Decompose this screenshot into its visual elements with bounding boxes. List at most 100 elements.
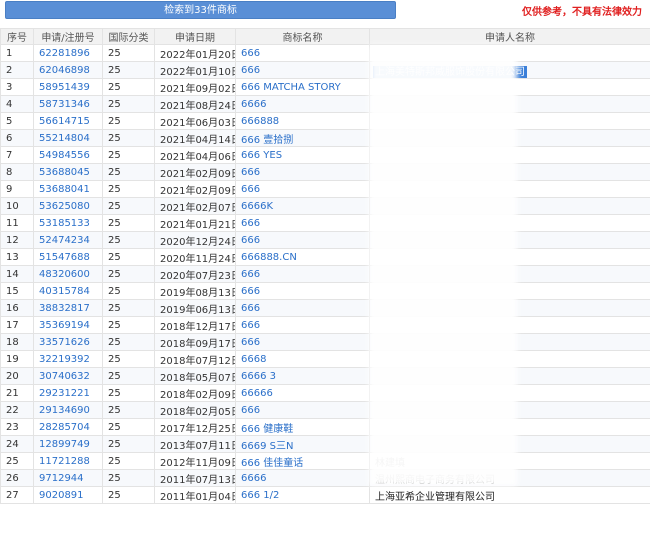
table-row[interactable]: 13 51547688 25 2020年11月24日 666888.CN: [0, 248, 650, 266]
registration-number-link[interactable]: 12899749: [33, 435, 103, 453]
table-row[interactable]: 12 52474234 25 2020年12月24日 666: [0, 231, 650, 249]
registration-number-link[interactable]: 38832817: [33, 299, 103, 317]
registration-number-link[interactable]: 54984556: [33, 146, 103, 164]
trademark-name-link[interactable]: 666 佳佳童话: [235, 452, 370, 470]
table-row[interactable]: 9 53688041 25 2021年02月09日 666: [0, 180, 650, 198]
registration-number-link[interactable]: 58951439: [33, 78, 103, 96]
registration-number-link[interactable]: 35369194: [33, 316, 103, 334]
trademark-name-link[interactable]: 666: [235, 333, 370, 351]
registration-number-link[interactable]: 56614715: [33, 112, 103, 130]
applicant-name: 上海美特斯邦威服饰股份有限公司: [369, 61, 650, 79]
trademark-name-link[interactable]: 666888.CN: [235, 248, 370, 266]
registration-number-link[interactable]: 40315784: [33, 282, 103, 300]
trademark-name-link[interactable]: 666 壹拾捌: [235, 129, 370, 147]
trademark-name-link[interactable]: 666: [235, 265, 370, 283]
row-number: 16: [0, 299, 34, 317]
registration-number-link[interactable]: 9712944: [33, 469, 103, 487]
applicant-name: [369, 418, 650, 436]
trademark-name-link[interactable]: 666 YES: [235, 146, 370, 164]
registration-number-link[interactable]: 55214804: [33, 129, 103, 147]
trademark-name-link[interactable]: 666: [235, 61, 370, 79]
registration-number-link[interactable]: 52474234: [33, 231, 103, 249]
trademark-name-link[interactable]: 666: [235, 231, 370, 249]
row-number: 2: [0, 61, 34, 79]
application-date: 2012年11月09日: [154, 452, 236, 470]
table-row[interactable]: 4 58731346 25 2021年08月24日 6666: [0, 95, 650, 113]
international-class: 25: [102, 197, 155, 215]
registration-number-link[interactable]: 53185133: [33, 214, 103, 232]
table-row[interactable]: 10 53625080 25 2021年02月07日 6666K: [0, 197, 650, 215]
registration-number-link[interactable]: 9020891: [33, 486, 103, 504]
registration-number-link[interactable]: 32219392: [33, 350, 103, 368]
table-row[interactable]: 8 53688045 25 2021年02月09日 666: [0, 163, 650, 181]
trademark-name-link[interactable]: 666: [235, 44, 370, 62]
registration-number-link[interactable]: 28285704: [33, 418, 103, 436]
table-row[interactable]: 24 12899749 25 2013年07月11日 6669 S三N: [0, 435, 650, 453]
trademark-name-link[interactable]: 666 MATCHA STORY: [235, 78, 370, 96]
trademark-name-link[interactable]: 666: [235, 214, 370, 232]
trademark-name-link[interactable]: 666: [235, 163, 370, 181]
registration-number-link[interactable]: 53625080: [33, 197, 103, 215]
table-row[interactable]: 6 55214804 25 2021年04月14日 666 壹拾捌: [0, 129, 650, 147]
table-row[interactable]: 17 35369194 25 2018年12月17日 666: [0, 316, 650, 334]
applicant-name: [369, 384, 650, 402]
table-row[interactable]: 16 38832817 25 2019年06月13日 666: [0, 299, 650, 317]
table-row[interactable]: 25 11721288 25 2012年11月09日 666 佳佳童话 林建填: [0, 452, 650, 470]
international-class: 25: [102, 384, 155, 402]
table-row[interactable]: 27 9020891 25 2011年01月04日 666 1/2 上海亚希企业管理有限公…: [0, 486, 650, 504]
table-row[interactable]: 2 62046898 25 2022年01月10日 666 上海美特斯邦威服饰股份有限公司: [0, 61, 650, 79]
table-row[interactable]: 22 29134690 25 2018年02月05日 666: [0, 401, 650, 419]
trademark-name-link[interactable]: 6669 S三N: [235, 435, 370, 453]
trademark-name-link[interactable]: 6666: [235, 469, 370, 487]
table-row[interactable]: 5 56614715 25 2021年06月03日 666888: [0, 112, 650, 130]
registration-number-link[interactable]: 51547688: [33, 248, 103, 266]
applicant-name: [369, 435, 650, 453]
trademark-results-table: 序号 申请/注册号 国际分类 申请日期 商标名称 申请人名称 1 62281896…: [0, 28, 650, 504]
registration-number-link[interactable]: 33571626: [33, 333, 103, 351]
international-class: 25: [102, 214, 155, 232]
trademark-name-link[interactable]: 666 健康鞋: [235, 418, 370, 436]
registration-number-link[interactable]: 53688041: [33, 180, 103, 198]
trademark-name-link[interactable]: 666: [235, 299, 370, 317]
table-row[interactable]: 11 53185133 25 2021年01月21日 666: [0, 214, 650, 232]
registration-number-link[interactable]: 29231221: [33, 384, 103, 402]
international-class: 25: [102, 299, 155, 317]
registration-number-link[interactable]: 11721288: [33, 452, 103, 470]
table-row[interactable]: 15 40315784 25 2019年08月13日 666: [0, 282, 650, 300]
registration-number-link[interactable]: 58731346: [33, 95, 103, 113]
application-date: 2011年01月04日: [154, 486, 236, 504]
trademark-name-link[interactable]: 666: [235, 316, 370, 334]
table-row[interactable]: 14 48320600 25 2020年07月23日 666: [0, 265, 650, 283]
table-row[interactable]: 21 29231221 25 2018年02月09日 66666: [0, 384, 650, 402]
registration-number-link[interactable]: 62046898: [33, 61, 103, 79]
table-row[interactable]: 7 54984556 25 2021年04月06日 666 YES: [0, 146, 650, 164]
registration-number-link[interactable]: 62281896: [33, 44, 103, 62]
trademark-name-link[interactable]: 666: [235, 282, 370, 300]
registration-number-link[interactable]: 29134690: [33, 401, 103, 419]
registration-number-link[interactable]: 30740632: [33, 367, 103, 385]
trademark-name-link[interactable]: 6666 3: [235, 367, 370, 385]
trademark-name-link[interactable]: 666: [235, 401, 370, 419]
application-date: 2017年12月25日: [154, 418, 236, 436]
trademark-name-link[interactable]: 6668: [235, 350, 370, 368]
table-row[interactable]: 23 28285704 25 2017年12月25日 666 健康鞋: [0, 418, 650, 436]
registration-number-link[interactable]: 48320600: [33, 265, 103, 283]
trademark-name-link[interactable]: 666888: [235, 112, 370, 130]
international-class: 25: [102, 452, 155, 470]
registration-number-link[interactable]: 53688045: [33, 163, 103, 181]
trademark-name-link[interactable]: 6666: [235, 95, 370, 113]
table-row[interactable]: 1 62281896 25 2022年01月20日 666: [0, 44, 650, 62]
table-row[interactable]: 3 58951439 25 2021年09月02日 666 MATCHA STORY: [0, 78, 650, 96]
trademark-name-link[interactable]: 6666K: [235, 197, 370, 215]
table-row[interactable]: 20 30740632 25 2018年05月07日 6666 3: [0, 367, 650, 385]
table-row[interactable]: 18 33571626 25 2018年09月17日 666: [0, 333, 650, 351]
trademark-name-link[interactable]: 666 1/2: [235, 486, 370, 504]
trademark-name-link[interactable]: 666: [235, 180, 370, 198]
table-row[interactable]: 19 32219392 25 2018年07月12日 6668: [0, 350, 650, 368]
table-row[interactable]: 26 9712944 25 2011年07月13日 6666 温州熙商电子商务有限公司: [0, 469, 650, 487]
search-result-count-button[interactable]: 检索到33件商标: [5, 1, 396, 19]
row-number: 15: [0, 282, 34, 300]
application-date: 2020年12月24日: [154, 231, 236, 249]
international-class: 25: [102, 469, 155, 487]
trademark-name-link[interactable]: 66666: [235, 384, 370, 402]
